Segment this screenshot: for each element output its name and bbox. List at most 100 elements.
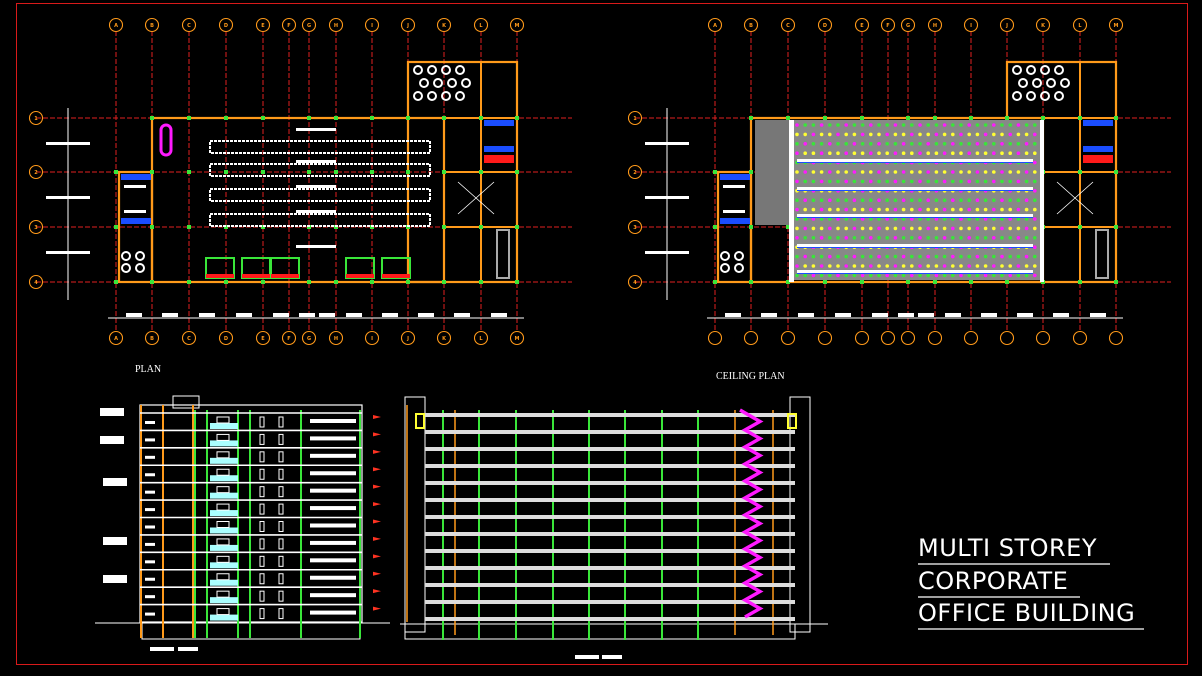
workstation-row (209, 140, 431, 154)
floor-slab (425, 549, 795, 553)
floor-plan: A A B B C C D D E E F F G G H H I I J J K K L L M M 1 2 3 4 (28, 17, 572, 346)
cafeteria-seat (447, 78, 457, 88)
light-fixture (926, 151, 930, 155)
light-fixture (918, 151, 922, 155)
conference-table (159, 123, 173, 157)
light-fixture (967, 170, 971, 174)
window (145, 595, 155, 599)
light-fixture (885, 226, 889, 231)
light-fixture (926, 273, 930, 278)
structural-column (307, 116, 311, 120)
staircase (1095, 229, 1109, 279)
lift-core-left (404, 396, 426, 633)
light-fixture (819, 198, 824, 202)
structural-column (334, 280, 338, 284)
light-fixture (951, 264, 955, 268)
light-fixture (819, 170, 824, 174)
light-fixture (1016, 264, 1021, 268)
annotation-text (103, 575, 127, 583)
light-fixture (1033, 160, 1037, 165)
light-fixture (983, 123, 988, 127)
light-fixture (811, 226, 816, 231)
toilet-fixtures (1083, 120, 1113, 126)
light-fixture (992, 170, 996, 174)
light-fixture (795, 142, 799, 146)
light-fixture (975, 151, 980, 155)
light-fixture (926, 132, 930, 137)
grid-bubble-label: K (1041, 23, 1046, 29)
light-fixture (992, 151, 996, 155)
dimension-text (382, 313, 398, 317)
light-fixture (828, 179, 832, 184)
grid-bubble-label: 4 (34, 280, 38, 286)
light-fixture (1024, 179, 1029, 184)
window (216, 503, 230, 511)
light-fixture (828, 226, 832, 231)
light-fixture (877, 142, 881, 146)
grid-bubble-label: B (150, 336, 154, 342)
title-line-2: CORPORATE (918, 567, 1068, 595)
light-fixture (1024, 236, 1029, 240)
workstation-row (209, 213, 431, 227)
grid-bubble-D (817, 330, 833, 346)
light-fixture (951, 170, 955, 174)
window (259, 416, 265, 428)
title-line-1: MULTI STOREY (918, 534, 1097, 562)
grid-bubble-J (999, 330, 1015, 346)
glass-balcony (210, 457, 238, 464)
light-fixture (860, 264, 865, 268)
light-fixture (893, 226, 898, 231)
light-fixture (1024, 198, 1029, 202)
structural-column (370, 170, 374, 174)
light-fixture (975, 179, 980, 184)
structural-column (860, 280, 864, 284)
light-fixture (860, 236, 865, 240)
light-fixture (1000, 236, 1004, 240)
cafeteria-seat (455, 65, 465, 75)
light-fixture (803, 226, 807, 231)
light-fixture (811, 207, 816, 212)
level-marker (373, 502, 381, 507)
window (278, 573, 284, 585)
cafeteria-seat (1018, 78, 1028, 88)
light-fixture (852, 254, 857, 259)
light-fixture (1008, 264, 1012, 268)
ceiling-border (789, 120, 794, 282)
structural-column (823, 116, 827, 120)
light-fixture (967, 273, 971, 278)
light-fixture (983, 254, 988, 259)
window (145, 577, 155, 581)
light-fixture (893, 254, 898, 259)
light-fixture (852, 226, 857, 231)
structural-column (1041, 116, 1045, 120)
light-fixture (877, 264, 881, 268)
glass-balcony (210, 527, 238, 534)
structural-column (969, 280, 973, 284)
structural-column (515, 280, 519, 284)
light-fixture (828, 170, 832, 174)
light-fixture (869, 273, 873, 278)
structural-column (749, 225, 753, 229)
dimension-text (645, 196, 689, 199)
cafeteria-seat (1032, 78, 1042, 88)
dimension-text (199, 313, 215, 317)
grid-bubble-label: K (442, 336, 447, 342)
floor-slab (425, 447, 795, 451)
room-label (723, 185, 745, 188)
window (145, 421, 155, 424)
ribbon-window (310, 488, 356, 493)
light-fixture (885, 254, 889, 259)
light-fixture (893, 273, 898, 278)
glass-balcony (210, 614, 238, 621)
light-fixture (836, 151, 840, 155)
light-fixture (860, 142, 865, 146)
toilet-fixtures (121, 218, 151, 224)
light-fixture (836, 264, 840, 268)
level-marker (373, 571, 381, 576)
light-fixture (1008, 198, 1012, 202)
light-fixture (893, 142, 898, 146)
light-fixture (795, 236, 799, 240)
light-fixture (967, 198, 971, 202)
ceiling-lighting-strip (797, 190, 1033, 191)
light-fixture (926, 142, 930, 146)
